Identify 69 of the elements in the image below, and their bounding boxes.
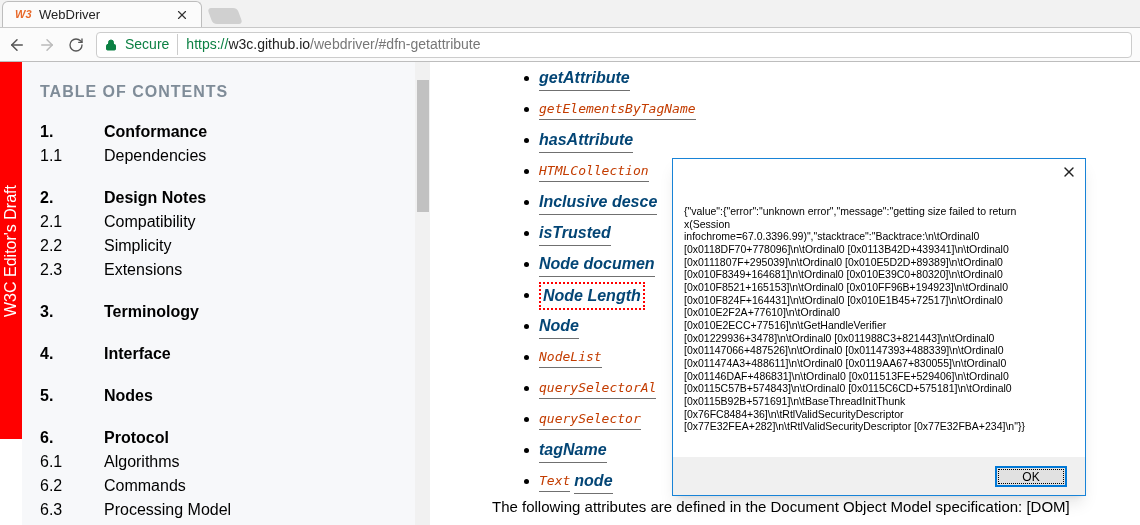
bullet-icon [524,293,529,298]
toc-number: 6.2 [40,476,64,496]
code-term[interactable]: querySelectorAl [539,378,657,399]
toc-number: 2.3 [40,260,64,280]
toc-number: 2. [40,188,55,208]
bullet-icon [524,386,529,391]
tab-logo: W3 [15,7,31,23]
bullet-icon [524,479,529,484]
code-term[interactable]: Text [539,471,571,492]
toc-heading: TABLE OF CONTENTS [40,82,230,102]
status-label: W3C Editor's Draft [1,184,20,317]
definition-link[interactable]: node [574,469,613,494]
definition-link[interactable]: Node documen [539,252,655,277]
toc-link[interactable]: Commands [104,474,186,498]
bullet-icon [524,231,529,236]
scrollbar-thumb[interactable] [416,80,429,212]
definition-link[interactable]: hasAttribute [539,128,634,153]
code-term[interactable]: NodeList [539,347,602,368]
definition-link[interactable]: Node Length [539,281,645,310]
browser-tab[interactable]: W3 WebDriver [2,1,202,27]
lock-icon [105,38,117,51]
bullet-icon [524,448,529,453]
definition-link[interactable]: getAttribute [539,66,630,91]
bullet-icon [524,200,529,205]
toc-link[interactable]: Extensions [104,258,183,282]
toc-link[interactable]: Interface [104,342,171,366]
definition-link[interactable]: tagName [539,438,607,463]
toc-link[interactable]: Simplicity [104,234,172,258]
toc-number: 5. [40,386,55,406]
toc-number: 1. [40,122,55,142]
definition-link[interactable]: Inclusive desce [539,190,658,215]
code-term[interactable]: getElementsByTagName [539,99,696,120]
bullet-icon [524,355,529,360]
bullet-icon [524,169,529,174]
toc-number: 2.1 [40,212,64,232]
definition-link[interactable]: Node [539,314,579,339]
ok-button[interactable]: OK [995,465,1067,487]
bullet-icon [524,107,529,112]
tab-title: WebDriver [39,5,102,24]
toc-number: 3. [40,302,55,322]
toc-link[interactable]: Dependencies [104,144,207,168]
toc-number: 6. [40,428,55,448]
code-term[interactable]: HTMLCollection [539,161,649,182]
toc-number: 6.3 [40,500,64,520]
secure-label: Secure [125,34,179,55]
toc-number: 4. [40,344,55,364]
bullet-icon [524,76,529,81]
address-bar[interactable]: Secure https://w3c.github.io/webdriver/#dfn-getattribute [96,31,1132,58]
toc-link[interactable]: Nodes [104,384,153,408]
bullet-icon [524,324,529,329]
toc-link[interactable]: Compatibility [104,210,196,234]
code-term[interactable]: querySelector [539,409,641,430]
toc-link[interactable]: Terminology [104,300,199,324]
toc-link[interactable]: Design Notes [104,186,207,210]
url-text: https://w3c.github.io/webdriver/#dfn-getattribute [186,35,481,54]
toc-number: 6.1 [40,452,64,472]
toc-link[interactable]: Algorithms [104,450,180,474]
bullet-icon [524,417,529,422]
reload-icon[interactable] [68,36,84,53]
bullet-icon [524,138,529,143]
toc-number: 1.1 [40,146,64,166]
toc-link[interactable]: Protocol [104,426,169,450]
error-message: {"value":{"error":"unknown error","message":"getting size failed to return x(Session infochrome=67.0.3396.99)","stacktrace":"Backtrace:\n\tOrdinal0 [0x0118DF70+778096]\n\tOrdinal0 [0x0113B42D+439341]\n\tOrdinal0 [0x0111807F+295039]\n\tOrdinal0 [0x010E5D2D+89389]\n\tOrdinal0 [0x010F8349+164681]\n\tOrdinal0 [0x010E39C0+80320]\n\tOrdinal0 [0x010F8521+165153]\n\tOrdinal0 [0x010FF96B+194923]\n\tOrdinal0 [0x010F824F+164431]\n\tOrdinal0 [0x010E1B45+72517]\n\tOrdinal0 [0x010E2F2A+77610]\n\tOrdinal0 [0x010E2ECC+77516]\n\tGetHandleVerifier [0x01229936+3478]\n\tOrdinal0 [0x011988C3+821443]\n\tOrdinal0 [0x01147066+487526]\n\tOrdinal0 [0x01147393+488339]\n\tOrdinal0 [0x011474A3+488611]\n\tOrdinal0 [0x0119AA67+830055]\n\tOrdinal0 [0x01146DAF+486831]\n\tOrdinal0 [0x011513FE+529406]\n\tOrdinal0 [0x0115C57B+574843]\n\tOrdinal0 [0x0115C6CD+575181]\n\tOrdinal0 [0x0115B92B+571691]\n\tBaseThreadInitThunk [0x76FC8484+36]\n\tRtlValidSecurityDescriptor [0x77E32FEA+282]\n\tRtlValidSecurityDescriptor [0x77E32FBA+234]\n"}} [684,205,1026,433]
body-paragraph: The following attributes are defined in the Document Object Model specification: [DOM] [492,498,1071,515]
toc-number: 2.2 [40,236,64,256]
definition-link[interactable]: isTrusted [539,221,611,246]
toc-link[interactable]: Conformance [104,120,208,144]
toc-link[interactable]: Processing Model [104,498,232,522]
bullet-icon [524,262,529,267]
